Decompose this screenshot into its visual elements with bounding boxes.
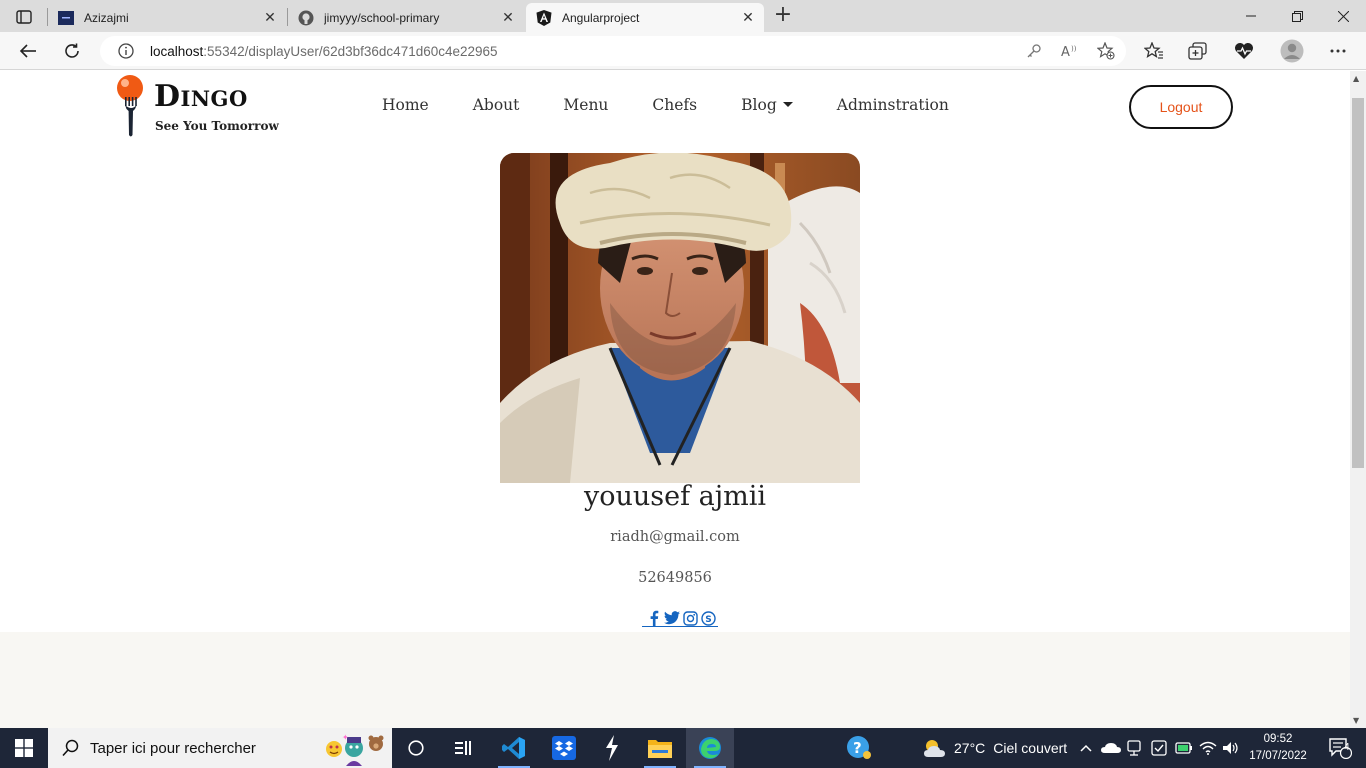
nav-link-home[interactable]: Home	[382, 96, 429, 114]
close-icon[interactable]: ✕	[260, 8, 280, 28]
favorites-icon[interactable]	[1139, 36, 1169, 66]
security-icon[interactable]	[1151, 728, 1167, 768]
edge-browser-icon[interactable]	[686, 728, 734, 768]
windows-start-icon[interactable]	[0, 728, 48, 768]
back-icon[interactable]	[13, 36, 43, 66]
search-icon	[62, 739, 80, 757]
scrollbar-thumb[interactable]	[1352, 98, 1364, 468]
tab-title: Angularproject	[562, 10, 640, 25]
notification-count: 4	[1344, 742, 1350, 753]
wifi-icon[interactable]	[1199, 728, 1217, 768]
profile-avatar-icon[interactable]	[1277, 36, 1307, 66]
help-icon[interactable]: ?	[846, 728, 872, 768]
volume-icon[interactable]	[1222, 728, 1240, 768]
new-tab-button[interactable]: +	[770, 4, 796, 27]
windows-taskbar: Taper ici pour rechercher ✦ ? 27°C Ciel …	[0, 728, 1366, 768]
restore-button[interactable]	[1274, 0, 1320, 32]
facebook-icon[interactable]	[646, 610, 662, 626]
add-favorite-icon[interactable]	[1096, 41, 1116, 61]
nav-link-chefs[interactable]: Chefs	[652, 96, 697, 114]
svg-text:?: ?	[853, 739, 862, 757]
tab-actions-icon[interactable]	[10, 6, 38, 28]
profile-email: riadh@gmail.com	[610, 529, 740, 545]
svg-text:A: A	[1061, 45, 1070, 59]
url-path: :55342/displayUser/62d3bf36dc471d60c4e22…	[203, 43, 498, 59]
vscode-icon[interactable]	[490, 728, 538, 768]
clock-date: 17/07/2022	[1249, 750, 1307, 762]
weather-cloudy-icon	[924, 740, 945, 757]
tab-azizajmi[interactable]: Azizajmi ✕	[48, 3, 286, 32]
brand-tagline: See You Tomorrow	[155, 119, 279, 133]
svg-text:✦: ✦	[342, 733, 349, 742]
health-icon[interactable]	[1229, 36, 1259, 66]
footer-area	[0, 632, 1350, 728]
angular-icon	[536, 9, 552, 26]
nav-link-blog-label: Blog	[741, 96, 777, 114]
clock-time: 09:52	[1263, 733, 1293, 745]
brand-logo[interactable]: Dingo See You Tomorrow	[114, 73, 284, 141]
profile-photo	[500, 153, 860, 483]
weather-description: Ciel couvert	[993, 740, 1068, 756]
tab-title: Azizajmi	[84, 10, 129, 25]
nav-link-blog[interactable]: Blog	[741, 96, 793, 114]
page-content: Dingo See You Tomorrow Home About Menu C…	[0, 71, 1350, 728]
device-icon[interactable]	[1127, 728, 1141, 768]
skype-icon[interactable]: S	[700, 610, 716, 626]
scroll-up-icon[interactable]: ▲	[1353, 74, 1359, 83]
app-lightning-icon[interactable]	[588, 728, 636, 768]
fork-logo-icon	[117, 75, 143, 137]
minimize-button[interactable]	[1228, 0, 1274, 32]
scroll-down-icon[interactable]: ▼	[1353, 716, 1359, 725]
browser-tab-bar: Azizajmi ✕ jimyyy/school-primary ✕ Angul…	[0, 0, 1366, 32]
browser-toolbar: localhost:55342/displayUser/62d3bf36dc47…	[0, 32, 1366, 70]
social-links: S	[642, 610, 718, 627]
address-bar[interactable]: localhost:55342/displayUser/62d3bf36dc47…	[100, 36, 1126, 66]
show-hidden-icons[interactable]	[1080, 728, 1092, 768]
page-scrollbar[interactable]: ▲ ▼	[1350, 71, 1366, 728]
dropbox-icon[interactable]	[540, 728, 588, 768]
github-icon	[298, 10, 314, 26]
search-placeholder: Taper ici pour rechercher	[90, 739, 256, 757]
url-host: localhost	[150, 43, 204, 59]
more-options-icon[interactable]	[1323, 36, 1353, 66]
brand-name: Dingo	[154, 79, 248, 114]
notifications-icon[interactable]: 4	[1320, 728, 1360, 768]
svg-text:)): ))	[1071, 45, 1077, 53]
site-icon	[58, 10, 74, 26]
task-view-icon[interactable]	[392, 728, 440, 768]
profile-name: youusef ajmii	[583, 481, 767, 512]
caret-down-icon	[782, 102, 793, 107]
twitter-icon[interactable]	[664, 610, 680, 626]
close-icon[interactable]: ✕	[498, 8, 518, 28]
widgets-icon[interactable]	[440, 728, 488, 768]
tab-angularproject[interactable]: Angularproject ✕	[526, 3, 764, 32]
weather-temperature: 27°C	[954, 740, 986, 756]
logout-button[interactable]: Logout	[1129, 85, 1233, 129]
file-explorer-icon[interactable]	[636, 728, 684, 768]
instagram-icon[interactable]	[682, 610, 698, 626]
key-icon[interactable]	[1024, 41, 1044, 61]
read-aloud-icon[interactable]: A))	[1060, 41, 1080, 61]
tab-school-primary[interactable]: jimyyy/school-primary ✕	[288, 3, 524, 32]
refresh-icon[interactable]	[57, 36, 87, 66]
close-window-button[interactable]	[1320, 0, 1366, 32]
collections-icon[interactable]	[1183, 36, 1213, 66]
battery-icon[interactable]	[1175, 728, 1193, 768]
main-navigation: Home About Menu Chefs Blog Adminstration	[382, 96, 993, 114]
nav-link-menu[interactable]: Menu	[563, 96, 608, 114]
taskbar-search[interactable]: Taper ici pour rechercher ✦	[48, 728, 392, 768]
onedrive-icon[interactable]	[1101, 728, 1121, 768]
system-clock[interactable]: 09:52 17/07/2022	[1246, 731, 1310, 765]
svg-text:S: S	[705, 615, 711, 625]
search-highlight-icon: ✦	[326, 733, 384, 766]
close-icon[interactable]: ✕	[738, 8, 758, 28]
weather-widget[interactable]: 27°C Ciel couvert	[922, 728, 1067, 768]
info-icon[interactable]	[116, 41, 136, 61]
nav-link-adminstration[interactable]: Adminstration	[837, 96, 949, 114]
nav-link-about[interactable]: About	[473, 96, 520, 114]
tab-title: jimyyy/school-primary	[324, 10, 440, 25]
profile-phone: 52649856	[638, 570, 712, 586]
